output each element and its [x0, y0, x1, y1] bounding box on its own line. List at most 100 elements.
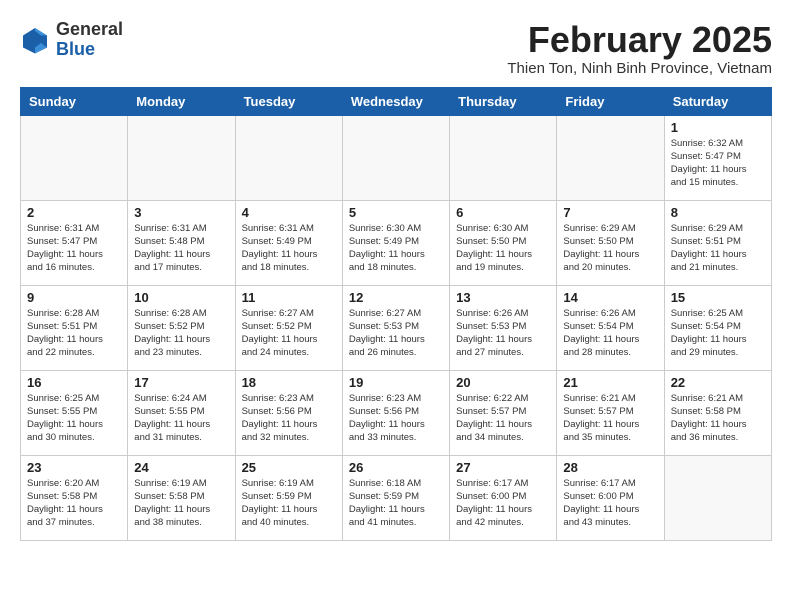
calendar-day-cell: [557, 115, 664, 200]
day-number: 12: [349, 290, 443, 305]
day-info: Sunrise: 6:19 AM Sunset: 5:58 PM Dayligh…: [134, 477, 228, 530]
day-info: Sunrise: 6:20 AM Sunset: 5:58 PM Dayligh…: [27, 477, 121, 530]
day-number: 22: [671, 375, 765, 390]
calendar-day-cell: [664, 455, 771, 540]
calendar-body: 1 Sunrise: 6:32 AM Sunset: 5:47 PM Daylig…: [21, 115, 772, 540]
day-number: 10: [134, 290, 228, 305]
day-info: Sunrise: 6:29 AM Sunset: 5:51 PM Dayligh…: [671, 222, 765, 275]
page-header: General Blue February 2025 Thien Ton, Ni…: [20, 20, 772, 77]
calendar-day-cell: 4 Sunrise: 6:31 AM Sunset: 5:49 PM Daylig…: [235, 200, 342, 285]
day-info: Sunrise: 6:28 AM Sunset: 5:51 PM Dayligh…: [27, 307, 121, 360]
day-number: 21: [563, 375, 657, 390]
calendar-day-cell: 19Sunrise: 6:23 AM Sunset: 5:56 PM Dayli…: [342, 370, 449, 455]
calendar-day-cell: 25 Sunrise: 6:19 AM Sunset: 5:59 PM Dayli…: [235, 455, 342, 540]
calendar-week-row: 9 Sunrise: 6:28 AM Sunset: 5:51 PM Daylig…: [21, 285, 772, 370]
day-number: 20: [456, 375, 550, 390]
day-number: 8: [671, 205, 765, 220]
calendar-day-cell: 22 Sunrise: 6:21 AM Sunset: 5:58 PM Dayli…: [664, 370, 771, 455]
location: Thien Ton, Ninh Binh Province, Vietnam: [507, 60, 772, 77]
calendar-week-row: 16 Sunrise: 6:25 AM Sunset: 5:55 PM Dayli…: [21, 370, 772, 455]
day-info: Sunrise: 6:31 AM Sunset: 5:48 PM Dayligh…: [134, 222, 228, 275]
calendar-week-row: 1 Sunrise: 6:32 AM Sunset: 5:47 PM Daylig…: [21, 115, 772, 200]
calendar-day-cell: 16 Sunrise: 6:25 AM Sunset: 5:55 PM Dayli…: [21, 370, 128, 455]
month-year: February 2025: [507, 20, 772, 60]
calendar-day-cell: 17 Sunrise: 6:24 AM Sunset: 5:55 PM Dayli…: [128, 370, 235, 455]
day-info: Sunrise: 6:30 AM Sunset: 5:49 PM Dayligh…: [349, 222, 443, 275]
calendar-header-row: SundayMondayTuesdayWednesdayThursdayFrid…: [21, 87, 772, 115]
calendar-week-row: 2 Sunrise: 6:31 AM Sunset: 5:47 PM Daylig…: [21, 200, 772, 285]
day-info: Sunrise: 6:17 AM Sunset: 6:00 PM Dayligh…: [563, 477, 657, 530]
calendar-day-cell: [342, 115, 449, 200]
day-number: 4: [242, 205, 336, 220]
day-info: Sunrise: 6:21 AM Sunset: 5:58 PM Dayligh…: [671, 392, 765, 445]
calendar-day-cell: 18 Sunrise: 6:23 AM Sunset: 5:56 PM Dayli…: [235, 370, 342, 455]
calendar-day-cell: 9 Sunrise: 6:28 AM Sunset: 5:51 PM Daylig…: [21, 285, 128, 370]
day-info: Sunrise: 6:24 AM Sunset: 5:55 PM Dayligh…: [134, 392, 228, 445]
calendar-day-cell: 23 Sunrise: 6:20 AM Sunset: 5:58 PM Dayli…: [21, 455, 128, 540]
day-number: 24: [134, 460, 228, 475]
day-number: 23: [27, 460, 121, 475]
day-info: Sunrise: 6:30 AM Sunset: 5:50 PM Dayligh…: [456, 222, 550, 275]
day-info: Sunrise: 6:23 AM Sunset: 5:56 PM Dayligh…: [242, 392, 336, 445]
day-number: 18: [242, 375, 336, 390]
calendar-day-cell: 13 Sunrise: 6:26 AM Sunset: 5:53 PM Dayli…: [450, 285, 557, 370]
day-info: Sunrise: 6:31 AM Sunset: 5:47 PM Dayligh…: [27, 222, 121, 275]
weekday-header: Tuesday: [235, 87, 342, 115]
calendar-day-cell: [450, 115, 557, 200]
weekday-header: Thursday: [450, 87, 557, 115]
day-info: Sunrise: 6:17 AM Sunset: 6:00 PM Dayligh…: [456, 477, 550, 530]
day-number: 2: [27, 205, 121, 220]
day-info: Sunrise: 6:28 AM Sunset: 5:52 PM Dayligh…: [134, 307, 228, 360]
calendar-day-cell: 7Sunrise: 6:29 AM Sunset: 5:50 PM Daylig…: [557, 200, 664, 285]
day-number: 11: [242, 290, 336, 305]
day-info: Sunrise: 6:18 AM Sunset: 5:59 PM Dayligh…: [349, 477, 443, 530]
day-number: 13: [456, 290, 550, 305]
day-number: 28: [563, 460, 657, 475]
day-number: 17: [134, 375, 228, 390]
day-number: 26: [349, 460, 443, 475]
day-info: Sunrise: 6:19 AM Sunset: 5:59 PM Dayligh…: [242, 477, 336, 530]
calendar-day-cell: [21, 115, 128, 200]
day-number: 27: [456, 460, 550, 475]
calendar-day-cell: 1 Sunrise: 6:32 AM Sunset: 5:47 PM Daylig…: [664, 115, 771, 200]
day-number: 15: [671, 290, 765, 305]
day-number: 16: [27, 375, 121, 390]
weekday-header: Friday: [557, 87, 664, 115]
day-info: Sunrise: 6:21 AM Sunset: 5:57 PM Dayligh…: [563, 392, 657, 445]
calendar-day-cell: 2 Sunrise: 6:31 AM Sunset: 5:47 PM Daylig…: [21, 200, 128, 285]
day-number: 1: [671, 120, 765, 135]
weekday-header: Wednesday: [342, 87, 449, 115]
calendar-day-cell: 12 Sunrise: 6:27 AM Sunset: 5:53 PM Dayli…: [342, 285, 449, 370]
title-area: February 2025 Thien Ton, Ninh Binh Provi…: [507, 20, 772, 77]
calendar-day-cell: 20 Sunrise: 6:22 AM Sunset: 5:57 PM Dayli…: [450, 370, 557, 455]
calendar-day-cell: 5Sunrise: 6:30 AM Sunset: 5:49 PM Daylig…: [342, 200, 449, 285]
logo-text: General Blue: [56, 20, 123, 60]
logo: General Blue: [20, 20, 123, 60]
calendar-day-cell: 26 Sunrise: 6:18 AM Sunset: 5:59 PM Dayli…: [342, 455, 449, 540]
calendar-day-cell: 15Sunrise: 6:25 AM Sunset: 5:54 PM Dayli…: [664, 285, 771, 370]
calendar-day-cell: 11Sunrise: 6:27 AM Sunset: 5:52 PM Dayli…: [235, 285, 342, 370]
day-info: Sunrise: 6:26 AM Sunset: 5:54 PM Dayligh…: [563, 307, 657, 360]
day-info: Sunrise: 6:31 AM Sunset: 5:49 PM Dayligh…: [242, 222, 336, 275]
calendar-day-cell: 24 Sunrise: 6:19 AM Sunset: 5:58 PM Dayli…: [128, 455, 235, 540]
calendar-day-cell: [235, 115, 342, 200]
day-info: Sunrise: 6:29 AM Sunset: 5:50 PM Dayligh…: [563, 222, 657, 275]
calendar-day-cell: 6Sunrise: 6:30 AM Sunset: 5:50 PM Daylig…: [450, 200, 557, 285]
calendar-day-cell: 10 Sunrise: 6:28 AM Sunset: 5:52 PM Dayli…: [128, 285, 235, 370]
day-number: 9: [27, 290, 121, 305]
day-info: Sunrise: 6:25 AM Sunset: 5:55 PM Dayligh…: [27, 392, 121, 445]
weekday-header: Monday: [128, 87, 235, 115]
day-info: Sunrise: 6:32 AM Sunset: 5:47 PM Dayligh…: [671, 137, 765, 190]
day-info: Sunrise: 6:27 AM Sunset: 5:53 PM Dayligh…: [349, 307, 443, 360]
calendar-day-cell: 3 Sunrise: 6:31 AM Sunset: 5:48 PM Daylig…: [128, 200, 235, 285]
day-info: Sunrise: 6:23 AM Sunset: 5:56 PM Dayligh…: [349, 392, 443, 445]
day-number: 25: [242, 460, 336, 475]
calendar-day-cell: [128, 115, 235, 200]
day-number: 3: [134, 205, 228, 220]
calendar: SundayMondayTuesdayWednesdayThursdayFrid…: [20, 87, 772, 541]
day-info: Sunrise: 6:26 AM Sunset: 5:53 PM Dayligh…: [456, 307, 550, 360]
calendar-day-cell: 21 Sunrise: 6:21 AM Sunset: 5:57 PM Dayli…: [557, 370, 664, 455]
calendar-day-cell: 8 Sunrise: 6:29 AM Sunset: 5:51 PM Daylig…: [664, 200, 771, 285]
calendar-day-cell: 27 Sunrise: 6:17 AM Sunset: 6:00 PM Dayli…: [450, 455, 557, 540]
day-info: Sunrise: 6:22 AM Sunset: 5:57 PM Dayligh…: [456, 392, 550, 445]
